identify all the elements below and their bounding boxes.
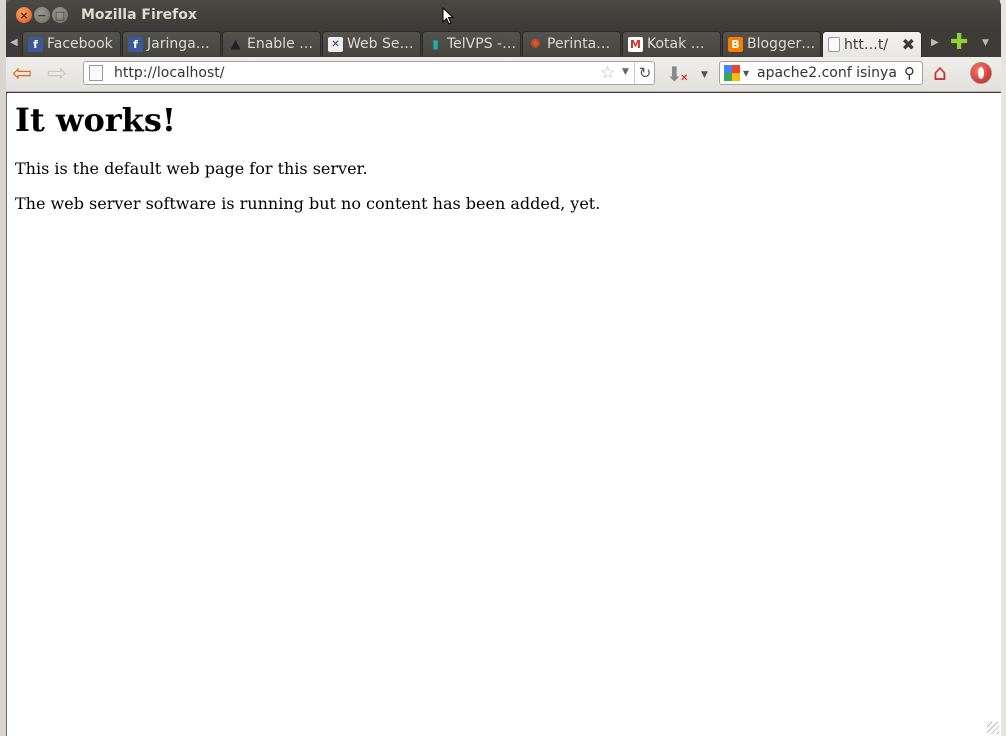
page-paragraph: This is the default web page for this se… bbox=[15, 159, 368, 178]
download-dropdown-icon[interactable]: ▼ bbox=[701, 70, 708, 80]
home-icon[interactable]: ⌂ bbox=[933, 61, 947, 86]
tux-icon: ▲ bbox=[230, 36, 241, 52]
minimize-window-button[interactable]: − bbox=[34, 7, 50, 23]
ubuntu-icon: ✺ bbox=[530, 36, 541, 52]
tab-label: Web Se… bbox=[347, 36, 414, 52]
url-input[interactable]: http://localhost/ bbox=[114, 65, 224, 81]
tab-kotak[interactable]: M Kotak … bbox=[622, 31, 721, 56]
google-icon[interactable] bbox=[724, 65, 740, 81]
tab-label: Blogger… bbox=[747, 36, 816, 52]
tab-label: Facebook bbox=[47, 36, 113, 52]
tab-blogger[interactable]: B Blogger… bbox=[722, 31, 821, 56]
tab-jaringan[interactable]: f Jaringa… bbox=[122, 31, 221, 56]
tab-strip: ◀ f Facebook f Jaringa… ▲ Enable … ✕ Web… bbox=[6, 30, 1001, 57]
facebook-icon: f bbox=[128, 36, 143, 52]
forward-arrow-icon[interactable]: ⇨ bbox=[47, 61, 73, 86]
facebook-icon: f bbox=[28, 36, 43, 52]
page-icon bbox=[828, 37, 840, 52]
bookmark-star-icon[interactable]: ☆ bbox=[600, 63, 615, 83]
tab-facebook[interactable]: f Facebook bbox=[22, 31, 121, 56]
tab-telvps[interactable]: ▮ TelVPS -… bbox=[422, 31, 521, 56]
url-history-dropdown-icon[interactable]: ▼ bbox=[622, 67, 629, 77]
close-window-button[interactable]: × bbox=[16, 7, 32, 23]
close-tab-icon[interactable]: ✖ bbox=[902, 35, 915, 54]
search-input[interactable]: apache2.conf isinya bbox=[757, 65, 897, 81]
tab-label: Perinta… bbox=[547, 36, 611, 52]
scroll-tabs-left-icon[interactable]: ◀ bbox=[10, 37, 18, 48]
gmail-icon: M bbox=[628, 36, 643, 52]
tab-label: Jaringa… bbox=[147, 36, 210, 52]
navigation-toolbar: ⇦ ⇨ http://localhost/ ☆ ▼ ↻ ⬇ ✕ ▼ ▼ apac… bbox=[6, 57, 1001, 92]
tab-label: htt…t/ bbox=[844, 36, 889, 53]
web-icon: ✕ bbox=[328, 36, 343, 52]
page-paragraph: The web server software is running but n… bbox=[15, 194, 601, 213]
search-icon[interactable]: ⚲ bbox=[904, 64, 915, 82]
reload-icon[interactable]: ↻ bbox=[634, 62, 655, 84]
tab-label: TelVPS -… bbox=[447, 36, 517, 52]
search-bar[interactable]: ▼ apache2.conf isinya ⚲ bbox=[719, 61, 923, 85]
back-arrow-icon[interactable]: ⇦ bbox=[12, 61, 38, 86]
page-content: It works! This is the default web page f… bbox=[6, 93, 1001, 736]
search-engine-dropdown-icon[interactable]: ▼ bbox=[743, 69, 749, 78]
window-title: Mozilla Firefox bbox=[81, 7, 197, 23]
url-bar[interactable]: http://localhost/ ☆ ▼ ↻ bbox=[83, 61, 655, 85]
addon-icon[interactable] bbox=[970, 62, 992, 84]
page-icon bbox=[89, 65, 103, 81]
tab-perintah[interactable]: ✺ Perinta… bbox=[522, 31, 621, 56]
resize-grip-icon[interactable] bbox=[987, 722, 999, 734]
new-tab-icon[interactable]: ✚ bbox=[950, 32, 968, 54]
telvps-icon: ▮ bbox=[432, 37, 439, 51]
download-error-icon: ✕ bbox=[680, 73, 689, 84]
maximize-window-button[interactable]: □ bbox=[52, 7, 68, 23]
list-all-tabs-icon[interactable]: ▼ bbox=[982, 38, 989, 48]
firefox-window: × − □ Mozilla Firefox ◀ f Facebook f Jar… bbox=[6, 0, 1001, 736]
mouse-cursor-icon bbox=[442, 7, 454, 25]
tab-label: Enable … bbox=[247, 36, 314, 52]
tab-web-server[interactable]: ✕ Web Se… bbox=[322, 31, 421, 56]
tab-label: Kotak … bbox=[647, 36, 705, 52]
tab-enable[interactable]: ▲ Enable … bbox=[222, 31, 321, 56]
tab-localhost[interactable]: htt…t/ ✖ bbox=[822, 31, 922, 57]
page-heading: It works! bbox=[15, 101, 176, 139]
blogger-icon: B bbox=[728, 36, 743, 52]
title-bar[interactable]: × − □ Mozilla Firefox bbox=[6, 0, 1001, 30]
scroll-tabs-right-icon[interactable]: ▶ bbox=[931, 37, 939, 48]
